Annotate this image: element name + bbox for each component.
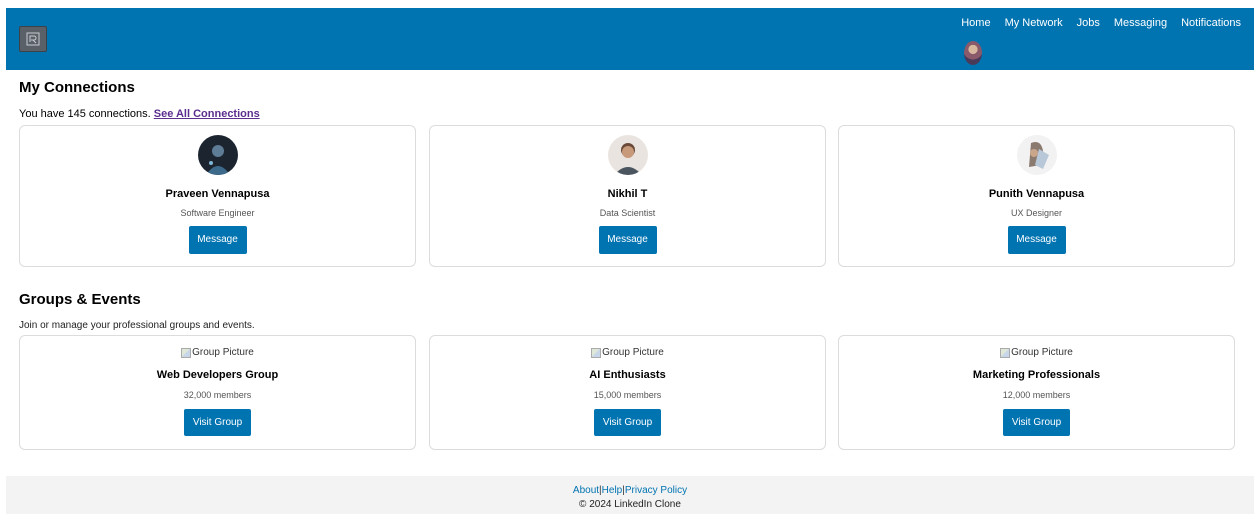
group-picture: Group Picture: [20, 347, 415, 358]
see-all-connections-link[interactable]: See All Connections: [154, 108, 260, 120]
group-name: AI Enthusiasts: [589, 369, 666, 381]
group-card: Group Picture Marketing Professionals 12…: [838, 335, 1235, 450]
broken-image-icon: [591, 347, 602, 358]
group-name: Marketing Professionals: [972, 369, 1101, 381]
main-nav: Home My Network Jobs Messaging Notificat…: [961, 17, 1241, 29]
nav-notifications[interactable]: Notifications: [1181, 17, 1241, 29]
connection-card: Praveen Vennapusa Software Engineer Mess…: [19, 125, 416, 267]
connection-name: Punith Vennapusa: [988, 188, 1085, 200]
footer-help-link[interactable]: Help: [602, 485, 623, 496]
connection-card: Punith Vennapusa UX Designer Message: [838, 125, 1235, 267]
group-picture-alt: Group Picture: [1011, 347, 1073, 358]
group-picture: Group Picture: [839, 347, 1234, 358]
nav-home[interactable]: Home: [961, 17, 990, 29]
connection-name: Nikhil T: [607, 188, 648, 200]
footer-about-link[interactable]: About: [573, 485, 599, 496]
broken-image-icon: [181, 347, 192, 358]
connection-name: Praveen Vennapusa: [165, 188, 270, 200]
top-header: Home My Network Jobs Messaging Notificat…: [6, 8, 1254, 70]
connection-title: Data Scientist: [599, 208, 656, 218]
connections-heading: My Connections: [19, 79, 135, 96]
connections-summary: You have 145 connections. See All Connec…: [19, 108, 260, 120]
connection-card: Nikhil T Data Scientist Message: [429, 125, 826, 267]
group-members: 12,000 members: [1002, 390, 1071, 400]
group-picture-alt: Group Picture: [602, 347, 664, 358]
group-picture-alt: Group Picture: [192, 347, 254, 358]
group-card: Group Picture AI Enthusiasts 15,000 memb…: [429, 335, 826, 450]
group-name: Web Developers Group: [156, 369, 279, 381]
groups-heading: Groups & Events: [19, 291, 141, 308]
logo-icon[interactable]: [19, 26, 47, 52]
nav-jobs[interactable]: Jobs: [1077, 17, 1100, 29]
nav-messaging[interactable]: Messaging: [1114, 17, 1167, 29]
visit-group-button[interactable]: Visit Group: [594, 409, 661, 436]
copyright-text: © 2024 LinkedIn Clone: [579, 499, 681, 510]
connection-title: UX Designer: [1010, 208, 1063, 218]
group-members: 32,000 members: [183, 390, 252, 400]
broken-image-icon: [1000, 347, 1011, 358]
connection-avatar: [607, 135, 648, 175]
groups-summary: Join or manage your professional groups …: [19, 320, 255, 331]
connection-avatar: [197, 135, 238, 175]
message-button[interactable]: Message: [1007, 226, 1066, 254]
visit-group-button[interactable]: Visit Group: [1003, 409, 1070, 436]
footer-privacy-link[interactable]: Privacy Policy: [625, 485, 687, 496]
nav-my-network[interactable]: My Network: [1005, 17, 1063, 29]
connection-title: Software Engineer: [180, 208, 255, 218]
group-picture: Group Picture: [430, 347, 825, 358]
message-button[interactable]: Message: [598, 226, 657, 254]
page-footer: About|Help|Privacy Policy © 2024 LinkedI…: [6, 476, 1254, 514]
message-button[interactable]: Message: [188, 226, 247, 254]
group-members: 15,000 members: [593, 390, 662, 400]
profile-avatar[interactable]: [964, 41, 982, 65]
connections-count-text: You have 145 connections.: [19, 108, 151, 120]
connection-avatar: [1016, 135, 1057, 175]
visit-group-button[interactable]: Visit Group: [184, 409, 251, 436]
group-card: Group Picture Web Developers Group 32,00…: [19, 335, 416, 450]
footer-links: About|Help|Privacy Policy: [6, 485, 1254, 496]
